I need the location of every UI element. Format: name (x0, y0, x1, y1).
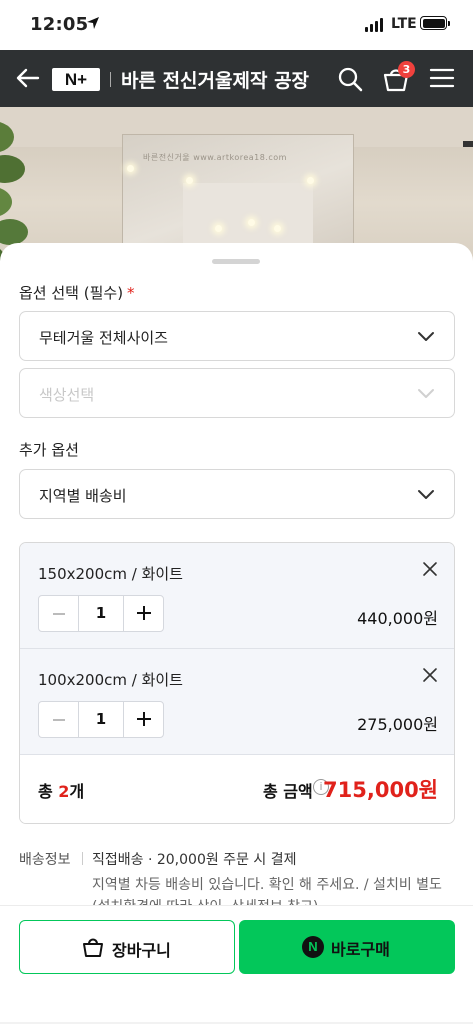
sheet-drag-handle[interactable] (212, 259, 260, 264)
network-label: LTE (391, 16, 417, 32)
quantity-stepper: 1 (38, 595, 164, 632)
decrease-button[interactable] (39, 596, 79, 631)
quantity-value[interactable]: 1 (79, 596, 123, 631)
ceiling-light (127, 165, 134, 172)
increase-button[interactable] (123, 702, 163, 737)
option-select-size[interactable]: 무테거울 전체사이즈 (19, 311, 455, 361)
item-price: 440,000원 (357, 609, 438, 628)
buy-now-label: 바로구매 (331, 940, 390, 959)
ceiling-light (186, 177, 193, 184)
search-icon[interactable] (336, 65, 364, 93)
close-icon[interactable] (422, 561, 438, 577)
item-price: 275,000원 (357, 715, 438, 734)
wall-fixture (463, 141, 473, 147)
cart-count-badge: 3 (398, 61, 415, 78)
shipping-main: 직접배송 · 20,000원 주문 시 결제 (92, 852, 297, 868)
selected-item: 150x200cm / 화이트 1 440,000원 (20, 543, 454, 649)
selected-items-box: 150x200cm / 화이트 1 440,000원 100x200cm / 화… (19, 542, 455, 824)
ceiling-light (215, 225, 222, 232)
add-to-cart-button[interactable]: 장바구니 (19, 920, 235, 974)
chevron-down-icon (418, 332, 434, 341)
header-divider (110, 72, 111, 87)
extra-option-label: 추가 옵션 (19, 441, 79, 459)
shipping-label: 배송정보 (19, 852, 71, 868)
selected-item: 100x200cm / 화이트 1 275,000원 (20, 649, 454, 755)
buy-now-button[interactable]: N 바로구매 (239, 920, 455, 974)
photo-watermark: 바른전신거울 www.artkorea18.com (143, 153, 287, 162)
option-select-size-value: 무테거울 전체사이즈 (39, 329, 168, 347)
total-count: 총 2개 (38, 782, 85, 801)
option-select-color-placeholder: 색상선택 (39, 386, 95, 404)
hamburger-menu-icon[interactable] (429, 67, 455, 89)
chevron-down-icon (418, 389, 434, 398)
ceiling-light (248, 219, 255, 226)
ceiling-light (274, 225, 281, 232)
location-arrow-icon (87, 17, 99, 29)
battery-icon (420, 16, 450, 30)
naver-pay-icon: N (302, 936, 324, 958)
quantity-value[interactable]: 1 (79, 702, 123, 737)
shopping-bag-icon (83, 938, 103, 957)
quantity-stepper: 1 (38, 701, 164, 738)
extra-option-select[interactable]: 지역별 배송비 (19, 469, 455, 519)
back-arrow-icon[interactable] (14, 64, 42, 92)
decrease-button[interactable] (39, 702, 79, 737)
naver-plus-logo[interactable]: N+ (52, 68, 100, 91)
status-bar: 12:05 LTE (0, 0, 473, 50)
total-amount: 715,000원 (323, 778, 438, 802)
increase-button[interactable] (123, 596, 163, 631)
signal-icon (365, 18, 383, 32)
selected-item-name: 150x200cm / 화이트 (38, 565, 183, 583)
close-icon[interactable] (422, 667, 438, 683)
extra-option-select-value: 지역별 배송비 (39, 487, 127, 505)
chevron-down-icon (418, 490, 434, 499)
clock: 12:05 (30, 14, 89, 35)
option-select-color[interactable]: 색상선택 (19, 368, 455, 418)
add-to-cart-label: 장바구니 (112, 941, 171, 960)
store-title[interactable]: 바른 전신거울제작 공장 (121, 66, 309, 93)
bottom-action-bar: 장바구니 N 바로구매 (0, 905, 473, 1024)
ceiling-light (307, 177, 314, 184)
required-mark: * (127, 284, 135, 302)
total-summary: 총 2개 총 금액 i 715,000원 (20, 755, 454, 823)
app-header: N+ 바른 전신거울제작 공장 3 (0, 50, 473, 107)
shipping-divider (82, 852, 83, 865)
required-option-label: 옵션 선택 (필수) * (19, 284, 135, 302)
total-amount-label: 총 금액 (263, 782, 313, 801)
selected-item-name: 100x200cm / 화이트 (38, 671, 183, 689)
